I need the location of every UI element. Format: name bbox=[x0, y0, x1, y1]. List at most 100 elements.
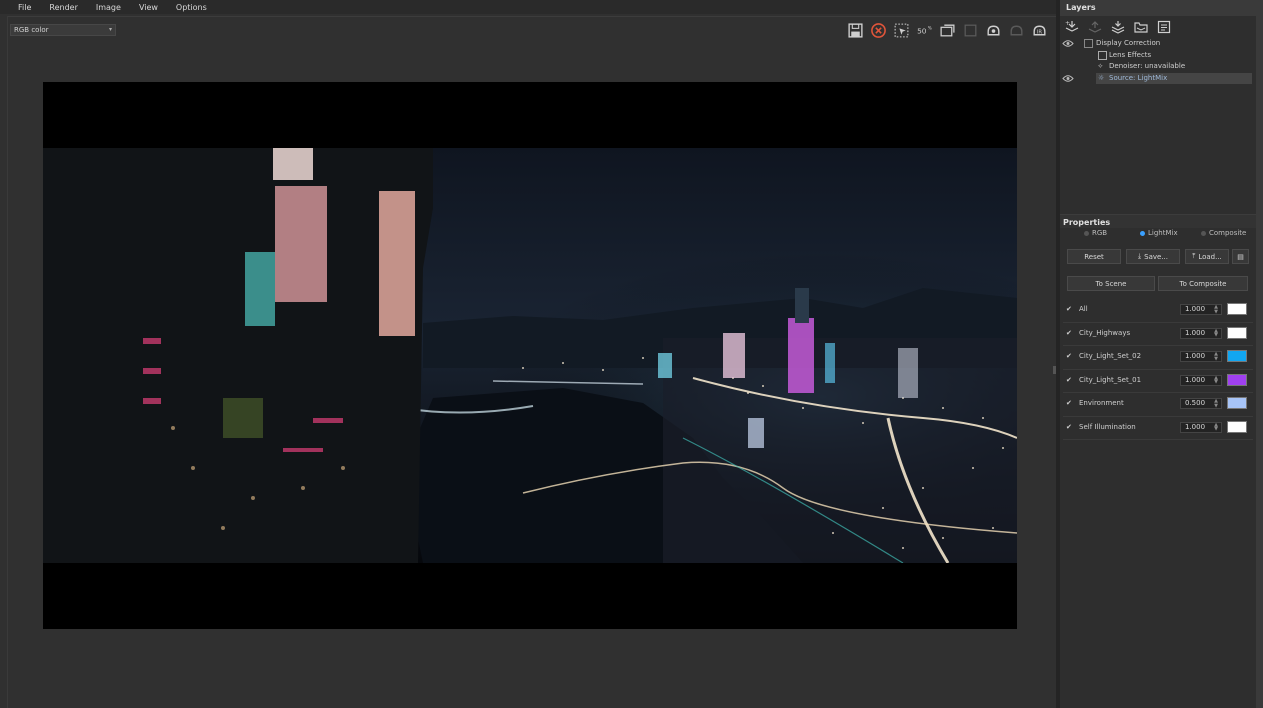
clear-icon bbox=[871, 22, 886, 38]
load-label: Load... bbox=[1198, 252, 1222, 261]
load-lightmix-button[interactable]: ⤒ Load... bbox=[1185, 249, 1229, 264]
intensity-field[interactable]: 1.000 ▲ ▼ bbox=[1180, 421, 1222, 433]
channel-select-value: RGB color bbox=[14, 26, 49, 34]
move-layer-button[interactable] bbox=[1085, 18, 1104, 36]
light-name: City_Highways bbox=[1079, 328, 1131, 337]
layer-row-source-lightmix[interactable]: ☼ Source: LightMix bbox=[1060, 72, 1256, 84]
to-scene-button[interactable]: To Scene bbox=[1067, 276, 1155, 291]
intensity-value: 1.000 bbox=[1185, 352, 1206, 360]
checkbox[interactable]: ✔ bbox=[1066, 423, 1074, 431]
checkbox[interactable]: ✔ bbox=[1066, 329, 1074, 337]
menu-view[interactable]: View bbox=[139, 3, 158, 12]
intensity-field[interactable]: 1.000 ▲ ▼ bbox=[1180, 304, 1222, 315]
rendered-city-image bbox=[43, 148, 1017, 563]
light-name: Environment bbox=[1079, 399, 1124, 407]
checkbox[interactable]: ✔ bbox=[1066, 352, 1074, 360]
to-composite-button[interactable]: To Composite bbox=[1158, 276, 1248, 291]
lightmix-options-button[interactable]: ▤ bbox=[1232, 249, 1249, 264]
save-small-icon: ⤓ bbox=[1138, 252, 1142, 260]
lightmix-row: ✔ City_Light_Set_02 1.000 ▲ ▼ bbox=[1063, 346, 1253, 370]
layers-panel: Layers + Display Correction Lens Effects… bbox=[1060, 0, 1256, 214]
intensity-field[interactable]: 1.000 ▲ ▼ bbox=[1180, 327, 1222, 339]
layer-row-display-correction[interactable]: Display Correction bbox=[1060, 38, 1256, 50]
splitter-handle[interactable] bbox=[1053, 366, 1056, 374]
spinner-icon[interactable]: ▲ ▼ bbox=[1214, 375, 1218, 385]
menu-file[interactable]: File bbox=[18, 3, 31, 12]
light-name: Self Illumination bbox=[1079, 422, 1136, 431]
color-swatch[interactable] bbox=[1227, 373, 1247, 386]
lightmix-row: ✔ Environment 0.500 ▲ ▼ bbox=[1063, 393, 1253, 417]
menu-options[interactable]: Options bbox=[176, 3, 207, 12]
render-button[interactable] bbox=[984, 21, 1003, 40]
lightmix-row: ✔ All 1.000 ▲ ▼ bbox=[1063, 299, 1253, 323]
svg-text:IR: IR bbox=[1037, 29, 1043, 35]
folder-icon bbox=[1133, 22, 1148, 33]
stop-render-button[interactable] bbox=[1007, 21, 1026, 40]
light-name: City_Light_Set_02 bbox=[1079, 352, 1142, 360]
radio-dot bbox=[1201, 231, 1206, 236]
clear-button[interactable] bbox=[869, 21, 888, 40]
spinner-icon[interactable]: ▲ ▼ bbox=[1214, 352, 1218, 362]
region-button[interactable] bbox=[961, 21, 980, 40]
color-swatch[interactable] bbox=[1227, 420, 1247, 433]
checkbox[interactable]: ✔ bbox=[1066, 305, 1074, 313]
layer-tree: Display Correction Lens Effects ⟡ Denois… bbox=[1060, 38, 1256, 84]
zoom-50-button[interactable]: 50% bbox=[915, 21, 934, 40]
region-render-button[interactable] bbox=[892, 21, 911, 40]
svg-text:50: 50 bbox=[917, 26, 927, 35]
layer-stack-button[interactable] bbox=[1108, 18, 1127, 36]
checkbox[interactable]: ✔ bbox=[1066, 399, 1074, 407]
spinner-icon[interactable]: ▲ ▼ bbox=[1214, 328, 1218, 338]
render-interactive-button[interactable]: IR bbox=[1030, 21, 1049, 40]
intensity-value: 0.500 bbox=[1185, 399, 1206, 407]
spinner-icon[interactable]: ▲ ▼ bbox=[1214, 399, 1218, 409]
reset-button[interactable]: Reset bbox=[1067, 249, 1121, 264]
track-mouse-button[interactable] bbox=[938, 21, 957, 40]
save-lightmix-button[interactable]: ⤓ Save... bbox=[1126, 249, 1180, 264]
lightmix-row: ✔ City_Light_Set_01 1.000 ▲ ▼ bbox=[1063, 370, 1253, 393]
color-swatch[interactable] bbox=[1227, 303, 1247, 315]
add-layer-icon: + bbox=[1065, 20, 1078, 32]
lightmix-row: ✔ Self Illumination 1.000 ▲ ▼ bbox=[1063, 417, 1253, 440]
intensity-value: 1.000 bbox=[1185, 375, 1206, 384]
menu-image[interactable]: Image bbox=[96, 3, 121, 12]
mode-label: RGB bbox=[1092, 229, 1108, 237]
options-icon: ▤ bbox=[1237, 252, 1244, 261]
spinner-icon[interactable]: ▲ ▼ bbox=[1214, 422, 1218, 432]
intensity-field[interactable]: 1.000 ▲ ▼ bbox=[1180, 351, 1222, 362]
layer-menu-button[interactable] bbox=[1154, 18, 1173, 36]
intensity-field[interactable]: 1.000 ▲ ▼ bbox=[1180, 374, 1222, 386]
layer-folder-button[interactable] bbox=[1131, 18, 1150, 36]
save-image-button[interactable] bbox=[846, 21, 865, 40]
color-swatch[interactable] bbox=[1227, 326, 1247, 339]
eye-icon bbox=[1062, 74, 1074, 82]
layer-label: Source: LightMix bbox=[1109, 73, 1168, 82]
layer-row-denoiser[interactable]: ⟡ Denoiser: unavailable bbox=[1060, 61, 1256, 73]
add-layer-button[interactable]: + bbox=[1062, 18, 1081, 36]
spinner-icon[interactable]: ▲ ▼ bbox=[1214, 305, 1218, 315]
lens-effects-icon bbox=[1098, 50, 1107, 60]
viewer-edge bbox=[7, 16, 8, 708]
region-render-icon bbox=[894, 23, 909, 37]
color-swatch[interactable] bbox=[1227, 397, 1247, 409]
menu-render[interactable]: Render bbox=[49, 3, 77, 12]
save-icon bbox=[848, 22, 863, 38]
to-scene-label: To Scene bbox=[1095, 279, 1127, 288]
color-swatch[interactable] bbox=[1227, 350, 1247, 362]
lightmix-row: ✔ City_Highways 1.000 ▲ ▼ bbox=[1063, 323, 1253, 346]
save-label: Save... bbox=[1144, 252, 1168, 261]
menu-divider bbox=[8, 16, 1056, 17]
svg-text:%: % bbox=[928, 25, 932, 31]
denoiser-icon: ⟡ bbox=[1098, 62, 1103, 70]
layer-row-lens-effects[interactable]: Lens Effects bbox=[1060, 50, 1256, 62]
light-name: All bbox=[1079, 305, 1088, 313]
channel-select[interactable]: RGB color ▾ bbox=[10, 24, 116, 36]
stop-icon bbox=[1010, 25, 1023, 35]
load-small-icon: ⤒ bbox=[1192, 252, 1196, 260]
intensity-field[interactable]: 0.500 ▲ ▼ bbox=[1180, 398, 1222, 409]
checkbox[interactable]: ✔ bbox=[1066, 376, 1074, 384]
mode-label: LightMix bbox=[1148, 229, 1178, 237]
render-viewer: File Render Image View Options RGB color… bbox=[0, 0, 1056, 708]
radio-dot bbox=[1084, 231, 1089, 236]
svg-text:+: + bbox=[1065, 20, 1070, 27]
